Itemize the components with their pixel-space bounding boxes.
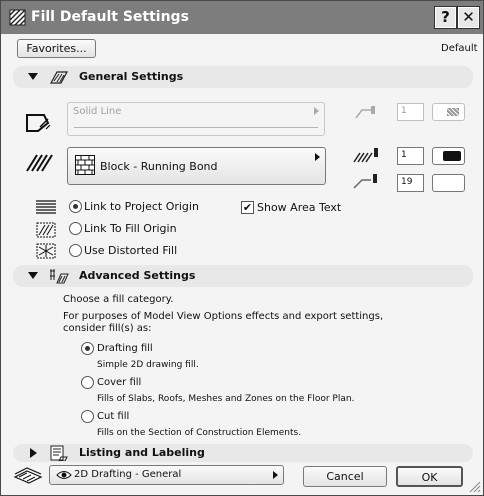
distorted-fill-icon [36,243,56,259]
foreground-pen-color-swatch[interactable] [432,147,465,165]
cover-fill-desc: Fills of Slabs, Roofs, Meshes and Zones … [97,394,355,404]
line-type-label: Solid Line [73,106,122,117]
chevron-right-icon [315,153,320,161]
advanced-note-line1: For purposes of Model View Options effec… [63,311,384,322]
cover-fill-label: Cover fill [97,377,142,388]
foreground-pen-icon [353,148,378,163]
layer-selector[interactable]: 2D Drafting - General [49,465,284,485]
cancel-button[interactable]: Cancel [303,466,387,487]
advanced-note-line2: consider fill(s) as: [63,323,152,334]
cut-fill-label: Cut fill [97,411,130,422]
background-pen-field[interactable]: 19 [397,174,424,192]
listing-icon [50,445,68,461]
radio-link-project-origin[interactable] [69,200,82,213]
chevron-right-icon [273,471,278,479]
background-pen-color-swatch[interactable] [432,174,465,192]
project-origin-icon [36,200,56,214]
ok-button[interactable]: OK [396,466,463,487]
line-preview [74,127,318,128]
line-type-selector[interactable]: Solid Line [67,102,325,136]
radio-use-distorted-fill[interactable] [69,244,82,257]
window-title: Fill Default Settings [31,9,189,25]
layer-name: 2D Drafting - General [74,469,182,480]
line-type-icon [26,114,51,132]
link-fill-origin-label: Link To Fill Origin [84,222,177,235]
line-pen-field[interactable]: 1 [397,103,424,121]
title-bar: Fill Default Settings ? ✕ [1,1,483,34]
fill-pattern-name: Block - Running Bond [100,160,218,173]
radio-link-fill-origin[interactable] [69,222,82,235]
advanced-intro: Choose a fill category. [63,294,174,305]
default-label: Default [441,43,478,54]
show-area-text-label: Show Area Text [257,201,342,214]
show-area-text-checkbox[interactable]: ✔ [241,201,254,214]
favorites-button[interactable]: Favorites... [17,39,96,58]
general-settings-header[interactable]: General Settings [13,66,473,88]
fill-pattern-icon [26,154,53,172]
eye-icon[interactable] [56,470,72,480]
fill-default-settings-dialog: Fill Default Settings ? ✕ Favorites... D… [0,0,484,496]
use-distorted-fill-label: Use Distorted Fill [84,244,178,257]
collapse-triangle-icon[interactable] [28,272,38,279]
listing-labeling-title: Listing and Labeling [79,446,205,459]
radio-drafting-fill[interactable] [81,342,94,355]
cut-fill-desc: Fills on the Section of Construction Ele… [97,428,302,438]
radio-cut-fill[interactable] [81,410,94,423]
link-project-origin-label: Link to Project Origin [84,200,199,213]
fill-pattern-selector[interactable]: Block - Running Bond [67,147,326,185]
advanced-settings-title: Advanced Settings [79,269,196,282]
general-settings-title: General Settings [79,70,184,83]
fill-hatch-icon [49,71,69,84]
fill-settings-icon [9,9,26,26]
brick-pattern-icon [75,155,95,175]
fill-origin-icon [36,222,56,238]
line-pen-color-swatch[interactable] [432,103,465,121]
resize-grip-icon[interactable] [467,479,481,493]
radio-cover-fill[interactable] [81,376,94,389]
line-pen-icon [355,106,375,119]
advanced-fill-icon [50,269,69,284]
drafting-fill-desc: Simple 2D drawing fill. [97,360,199,370]
advanced-settings-header[interactable]: Advanced Settings [13,265,473,287]
layer-icon [13,467,43,484]
listing-labeling-header[interactable]: Listing and Labeling [13,444,473,462]
collapse-triangle-icon[interactable] [28,73,38,80]
chevron-right-icon [314,107,319,115]
expand-triangle-icon[interactable] [30,448,37,458]
foreground-pen-field[interactable]: 1 [397,147,424,165]
close-button[interactable]: ✕ [457,6,480,29]
help-button[interactable]: ? [434,6,457,29]
drafting-fill-label: Drafting fill [97,343,153,354]
background-pen-icon [353,174,377,189]
